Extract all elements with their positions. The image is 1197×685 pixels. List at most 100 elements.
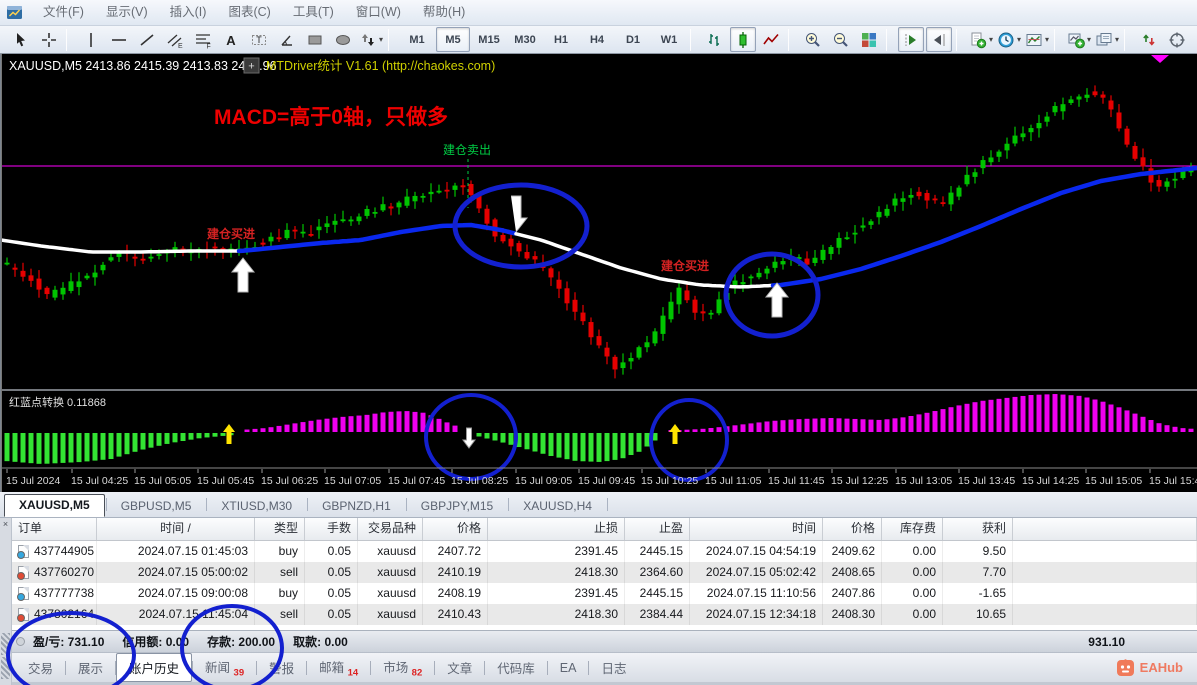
column-header[interactable]: 获利 [943, 518, 1013, 540]
terminal-tab-9[interactable]: 代码库 [485, 654, 547, 681]
arrows-icon[interactable]: ▾ [358, 27, 384, 52]
menu-tools[interactable]: 工具(T) [282, 5, 345, 19]
profit-cell: -1.65 [943, 583, 1013, 604]
candlechart-icon[interactable] [730, 27, 756, 52]
crosshair-icon[interactable] [36, 27, 62, 52]
terminal-tab-11[interactable]: 日志 [589, 654, 638, 681]
profiles-icon[interactable]: ▾ [1094, 27, 1120, 52]
history-row[interactable]: 437802164 2024.07.15 11:45:04 sell 0.05 xauu… [12, 604, 1197, 625]
timeframe-h1-button[interactable]: H1 [544, 27, 578, 52]
text-icon[interactable]: A [218, 27, 244, 52]
price-chart[interactable]: XAUUSD,M5 2413.86 2415.39 2413.83 2414.9… [1, 54, 1197, 492]
toolbar-separator [388, 28, 389, 51]
chart-tab-xauusd-h4[interactable]: XAUUSD,H4 [509, 496, 606, 517]
channel-icon[interactable]: E [162, 27, 188, 52]
ellipse-icon[interactable] [330, 27, 356, 52]
time-axis-label: 15 Jul 11:45 [768, 475, 825, 487]
zoom-out-icon[interactable] [828, 27, 854, 52]
timeframe-m1-button[interactable]: M1 [400, 27, 434, 52]
column-header[interactable]: 时间 [690, 518, 823, 540]
column-header[interactable]: 类型 [255, 518, 305, 540]
open-time-cell: 2024.07.15 05:00:02 [97, 562, 255, 583]
column-header[interactable]: 库存费 [882, 518, 943, 540]
chart-tab-gbpnzd-h1[interactable]: GBPNZD,H1 [308, 496, 405, 517]
time-axis-label: 15 Jul 13:45 [958, 475, 1015, 487]
menu-window[interactable]: 窗口(W) [345, 5, 412, 19]
terminal-close-icon[interactable]: × [0, 518, 11, 530]
favorites-icon[interactable] [1192, 27, 1197, 52]
cursor-icon[interactable] [8, 27, 34, 52]
svg-text:A: A [226, 33, 236, 48]
app-icon [6, 4, 26, 22]
target-icon[interactable] [1164, 27, 1190, 52]
history-row[interactable]: 437777738 2024.07.15 09:00:08 buy 0.05 xauus… [12, 583, 1197, 604]
chart-tab-gbpjpy-m15[interactable]: GBPJPY,M15 [407, 496, 507, 517]
terminal-tab-3[interactable]: 账户历史 [116, 653, 193, 682]
terminal-tab-6[interactable]: 邮箱 14 [307, 653, 370, 683]
terminal-tab-5[interactable]: 警报 [257, 654, 306, 681]
history-row[interactable]: 437760270 2024.07.15 05:00:02 sell 0.05 xauu… [12, 562, 1197, 583]
new-order-icon[interactable]: ▾ [968, 27, 994, 52]
label-icon[interactable]: T [246, 27, 272, 52]
updown-icon[interactable] [1136, 27, 1162, 52]
chart-window[interactable]: XAUUSD,M5 2413.86 2415.39 2413.83 2414.9… [0, 54, 1197, 492]
timeframe-m30-button[interactable]: M30 [508, 27, 542, 52]
hline-icon[interactable] [106, 27, 132, 52]
column-header[interactable]: 止盈 [625, 518, 690, 540]
dock-handle[interactable] [1, 657, 10, 679]
menu-help[interactable]: 帮助(H) [412, 5, 476, 19]
close-time-cell: 2024.07.15 04:54:19 [690, 541, 823, 562]
terminal-tab-8[interactable]: 文章 [435, 654, 484, 681]
history-row[interactable]: 437744905 2024.07.15 01:45:03 buy 0.05 xauus… [12, 541, 1197, 562]
account-summary-bar: 盈/亏: 731.10 信用额: 0.00 存款: 200.00 取款: 0.0… [0, 630, 1197, 652]
menu-charts[interactable]: 图表(C) [217, 5, 281, 19]
period-icon[interactable]: ▾ [996, 27, 1022, 52]
chart-tab-xtiusd-m30[interactable]: XTIUSD,M30 [207, 496, 306, 517]
terminal-tab-7[interactable]: 市场 82 [371, 653, 434, 683]
linechart-icon[interactable] [758, 27, 784, 52]
angle-icon[interactable] [274, 27, 300, 52]
empty-cell [1013, 562, 1197, 583]
timeframe-m5-button[interactable]: M5 [436, 27, 470, 52]
column-header[interactable]: 价格 [423, 518, 488, 540]
menu-view[interactable]: 显示(V) [95, 5, 159, 19]
zoom-in-icon[interactable] [800, 27, 826, 52]
terminal-tab-4[interactable]: 新闻 39 [193, 653, 256, 683]
autoscroll-icon[interactable] [898, 27, 924, 52]
chart-tab-xauusd-m5[interactable]: XAUUSD,M5 [4, 494, 105, 517]
chart-tab-gbpusd-m5[interactable]: GBPUSD,M5 [107, 496, 206, 517]
indicators-icon[interactable]: ▾ [1024, 27, 1050, 52]
menu-insert[interactable]: 插入(I) [159, 5, 218, 19]
timeframe-m15-button[interactable]: M15 [472, 27, 506, 52]
dock-handle[interactable] [1, 633, 10, 655]
toolbar: E F A T ▾ M1 M5 M15 M30 H1 H4 D1 W1 ▾ ▾ ▾ ▾ ▾ [0, 26, 1197, 54]
timeframe-w1-button[interactable]: W1 [652, 27, 686, 52]
close-time-cell: 2024.07.15 05:02:42 [690, 562, 823, 583]
fibonacci-icon[interactable]: F [190, 27, 216, 52]
column-header[interactable] [1013, 518, 1197, 540]
summary-withdrawal: 取款: 0.00 [293, 635, 348, 649]
swap-cell: 0.00 [882, 583, 943, 604]
column-header[interactable]: 时间 / [97, 518, 255, 540]
trendline-icon[interactable] [134, 27, 160, 52]
barchart-icon[interactable] [702, 27, 728, 52]
terminal-tab-10[interactable]: EA [548, 657, 589, 679]
add-chart-icon[interactable]: ▾ [1066, 27, 1092, 52]
rectangle-icon[interactable] [302, 27, 328, 52]
svg-text:F: F [207, 43, 211, 49]
terminal-tab-2[interactable]: 展示 [66, 654, 115, 681]
tile-windows-icon[interactable] [856, 27, 882, 52]
column-header[interactable]: 交易品种 [358, 518, 423, 540]
vline-icon[interactable] [78, 27, 104, 52]
take-profit-cell: 2384.44 [625, 604, 690, 625]
timeframe-d1-button[interactable]: D1 [616, 27, 650, 52]
column-header[interactable]: 止损 [488, 518, 625, 540]
timeframe-h4-button[interactable]: H4 [580, 27, 614, 52]
column-header[interactable]: 手数 [305, 518, 358, 540]
menu-file[interactable]: 文件(F) [32, 5, 95, 19]
terminal-panel: × 订单 时间 / 类型 手数 交易品种 价格 止损 止盈 时间 价格 库存费 获利 43774490… [0, 518, 1197, 685]
column-header[interactable]: 订单 [12, 518, 97, 540]
column-header[interactable]: 价格 [823, 518, 882, 540]
chart-shift-icon[interactable] [926, 27, 952, 52]
terminal-tab-1[interactable]: 交易 [16, 654, 65, 681]
